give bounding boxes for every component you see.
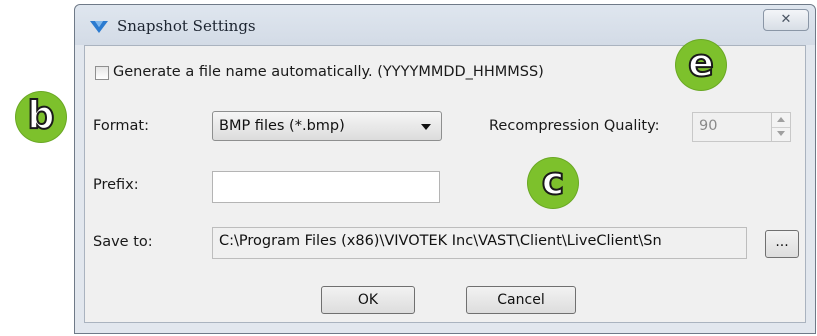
browse-button[interactable]: ... <box>765 230 799 258</box>
format-selected-value: BMP files (*.bmp) <box>219 118 345 134</box>
auto-filename-checkbox[interactable] <box>95 66 109 80</box>
spinner-down-button[interactable] <box>772 127 790 141</box>
save-to-path-field[interactable]: C:\Program Files (x86)\VIVOTEK Inc\VAST\… <box>212 227 747 259</box>
auto-filename-label: Generate a file name automatically. (YYY… <box>113 64 544 80</box>
spinner-up-button[interactable] <box>772 113 790 128</box>
format-label: Format: <box>93 118 149 134</box>
cancel-button[interactable]: Cancel <box>466 286 576 314</box>
recompression-quality-value: 90 <box>699 118 718 134</box>
quality-spinner[interactable] <box>771 112 791 142</box>
window-title: Snapshot Settings <box>117 17 256 35</box>
arrow-down-icon <box>777 131 785 136</box>
callout-badge-c: c <box>528 158 578 208</box>
callout-letter-b: b <box>26 92 55 138</box>
save-to-path-value: C:\Program Files (x86)\VIVOTEK Inc\VAST\… <box>219 233 662 249</box>
background-left <box>0 0 74 336</box>
app-logo-icon <box>90 21 108 33</box>
callout-letter-c: c <box>541 158 566 204</box>
recompression-quality-label: Recompression Quality: <box>489 118 660 134</box>
recompression-quality-input[interactable]: 90 <box>692 112 772 142</box>
save-to-label: Save to: <box>93 234 153 250</box>
ok-button[interactable]: OK <box>321 286 415 314</box>
callout-letter-e: e <box>687 40 715 86</box>
prefix-label: Prefix: <box>93 177 139 193</box>
close-button[interactable]: ✕ <box>763 9 809 31</box>
arrow-up-icon <box>777 117 785 122</box>
title-bar: Snapshot Settings ✕ <box>75 5 815 45</box>
callout-badge-b: b <box>16 92 66 142</box>
prefix-input[interactable] <box>212 171 440 203</box>
format-dropdown[interactable]: BMP files (*.bmp) <box>212 111 442 141</box>
close-icon: ✕ <box>780 12 792 27</box>
callout-badge-e: e <box>676 40 726 90</box>
chevron-down-icon <box>421 124 431 130</box>
